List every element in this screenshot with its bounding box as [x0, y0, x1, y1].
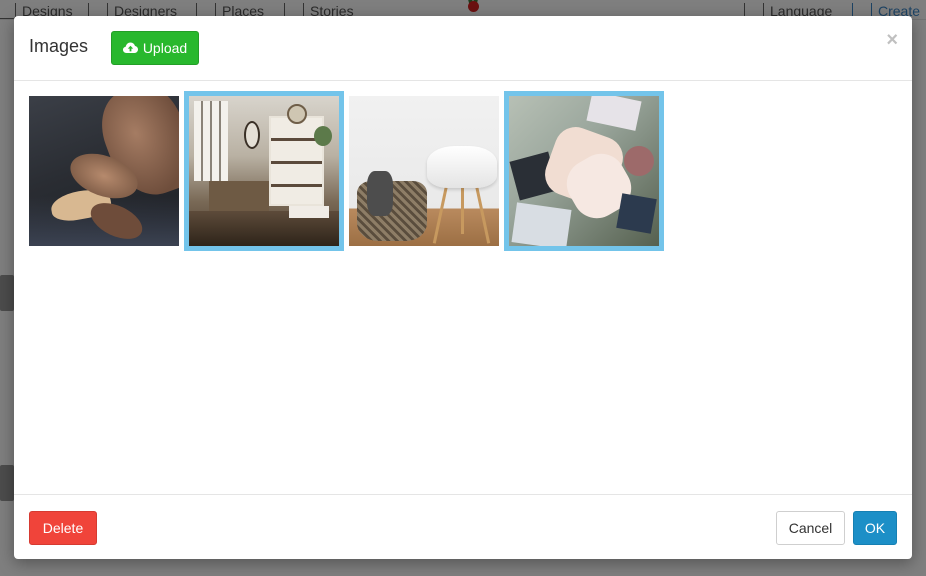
images-modal: Images Upload × Delete Cancel OK [14, 16, 912, 559]
upload-button-label: Upload [142, 40, 188, 56]
delete-button[interactable]: Delete [29, 511, 97, 545]
image-thumbnail[interactable] [504, 91, 664, 251]
image-thumbnail[interactable] [344, 91, 504, 251]
upload-button[interactable]: Upload [111, 31, 199, 65]
ok-button[interactable]: OK [853, 511, 897, 545]
modal-header: Images Upload × [14, 16, 912, 81]
image-thumbnail[interactable] [24, 91, 184, 251]
image-grid [14, 81, 912, 494]
antique-shop-image [189, 96, 339, 246]
cancel-button[interactable]: Cancel [776, 511, 845, 545]
modal-title: Images [29, 36, 89, 56]
cloud-upload-icon [122, 42, 138, 53]
clothing-flatlay-image [509, 96, 659, 246]
chair-basket-image [349, 96, 499, 246]
image-thumbnail[interactable] [184, 91, 344, 251]
close-icon[interactable]: × [886, 30, 898, 50]
leather-craft-image [29, 96, 179, 246]
modal-footer: Delete Cancel OK [14, 494, 912, 559]
